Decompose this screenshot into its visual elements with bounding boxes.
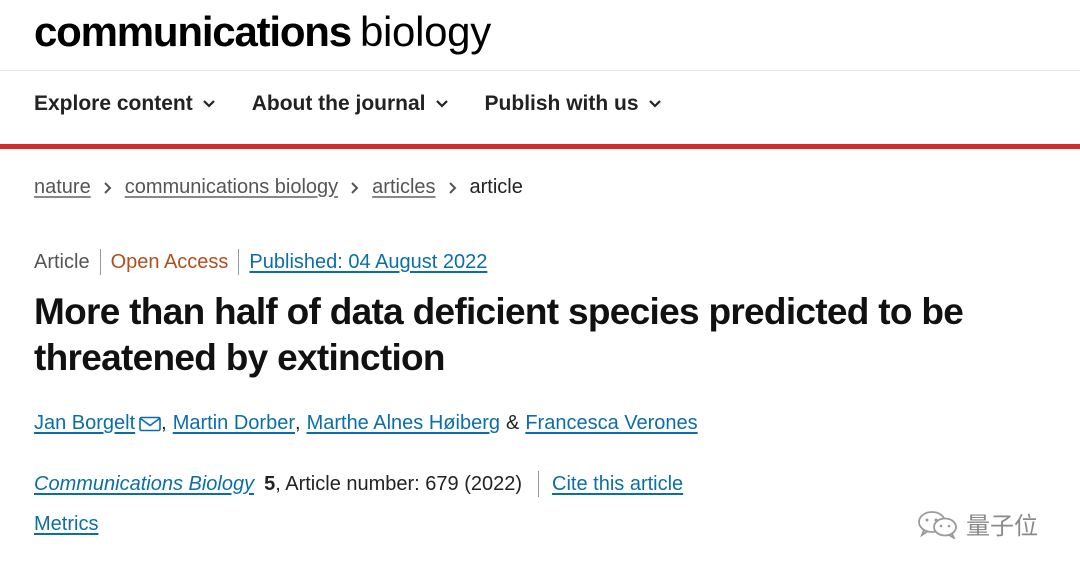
citation-divider: [538, 471, 540, 497]
watermark-text: 量子位: [966, 512, 1038, 540]
primary-nav: Explore content About the journal Publis…: [34, 92, 662, 116]
journal-logo[interactable]: communications biology: [34, 8, 491, 58]
nav-label: Explore content: [34, 92, 193, 115]
author-separator: ,: [161, 412, 167, 434]
breadcrumb-communications-biology[interactable]: communications biology: [125, 176, 338, 199]
logo-brand-bold: communications: [34, 8, 352, 55]
nav-about-journal[interactable]: About the journal: [252, 92, 449, 116]
published-date-link[interactable]: Published: 04 August 2022: [249, 251, 487, 274]
author-link[interactable]: Martin Dorber: [173, 412, 295, 435]
article-meta: Article Open Access Published: 04 August…: [34, 249, 487, 275]
nav-explore-content[interactable]: Explore content: [34, 92, 216, 116]
author-separator: ,: [295, 412, 301, 434]
chevron-down-icon: [202, 100, 215, 108]
mail-icon[interactable]: [139, 416, 161, 432]
author-link[interactable]: Marthe Alnes Høiberg: [307, 412, 500, 435]
wechat-icon: [918, 510, 957, 539]
open-access-badge: Open Access: [110, 250, 229, 273]
chevron-right-icon: [448, 181, 456, 194]
author-list: Jan Borgelt , Martin Dorber , Marthe Aln…: [34, 412, 698, 435]
chevron-right-icon: [351, 181, 359, 194]
author-link[interactable]: Jan Borgelt: [34, 412, 135, 435]
nav-label: Publish with us: [484, 92, 639, 115]
volume-number: 5: [264, 472, 276, 495]
breadcrumb-nature[interactable]: nature: [34, 176, 91, 199]
breadcrumb-articles[interactable]: articles: [372, 176, 435, 199]
nav-publish-with-us[interactable]: Publish with us: [485, 92, 662, 116]
article-number: , Article number: 679 (2022): [275, 472, 523, 495]
chevron-down-icon: [648, 100, 661, 108]
cite-this-article-link[interactable]: Cite this article: [552, 473, 683, 496]
meta-divider: [99, 249, 101, 275]
meta-divider: [238, 249, 240, 275]
breadcrumb: nature communications biology articles a…: [34, 176, 523, 199]
watermark: 量子位: [916, 506, 1038, 541]
accent-bar: [0, 144, 1080, 149]
breadcrumb-current: article: [469, 176, 523, 198]
author-link[interactable]: Francesca Verones: [525, 412, 697, 435]
citation-line: Communications Biology 5 , Article numbe…: [34, 471, 683, 497]
chevron-right-icon: [104, 181, 112, 194]
chevron-down-icon: [435, 100, 448, 108]
nav-label: About the journal: [251, 92, 426, 115]
article-type: Article: [34, 250, 90, 273]
journal-link[interactable]: Communications Biology: [34, 473, 254, 496]
metrics-link[interactable]: Metrics: [34, 513, 98, 536]
author-separator: &: [505, 412, 520, 434]
header-divider: [0, 70, 1080, 71]
article-title: More than half of data deficient species…: [34, 291, 964, 378]
logo-brand-light: biology: [359, 8, 491, 55]
